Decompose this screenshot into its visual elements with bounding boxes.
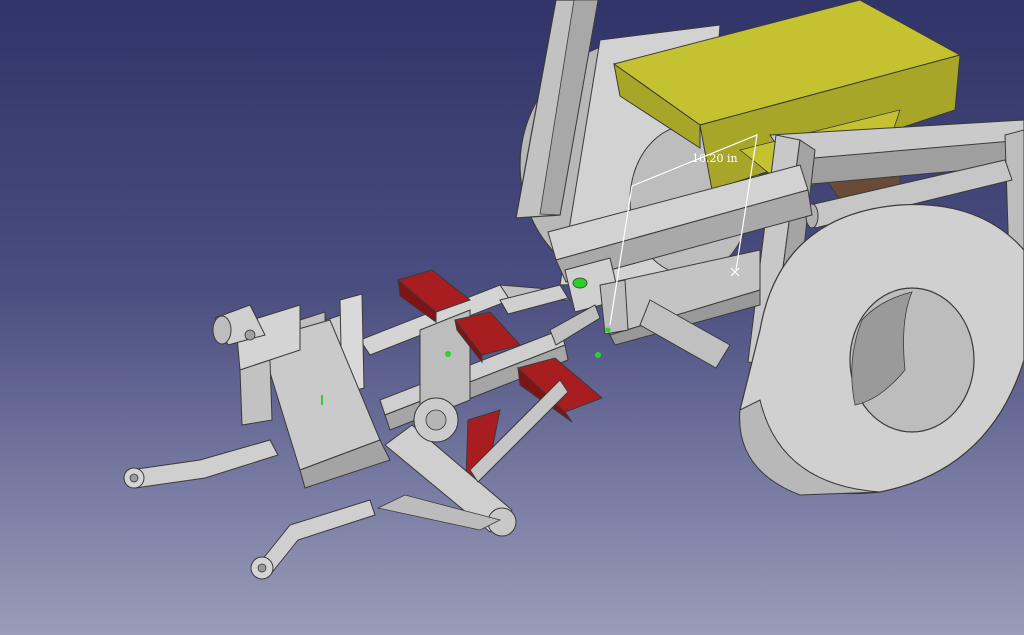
hub-cylinder[interactable] <box>413 397 459 443</box>
3d-viewport[interactable]: 16.20 in <box>0 0 1024 635</box>
lower-link-right[interactable] <box>250 499 376 580</box>
measurement-label: 16.20 in <box>692 152 738 165</box>
cad-scene[interactable]: 16.20 in <box>0 0 1024 635</box>
lower-link-left[interactable] <box>123 439 279 489</box>
lower-cylinder[interactable] <box>376 424 517 537</box>
